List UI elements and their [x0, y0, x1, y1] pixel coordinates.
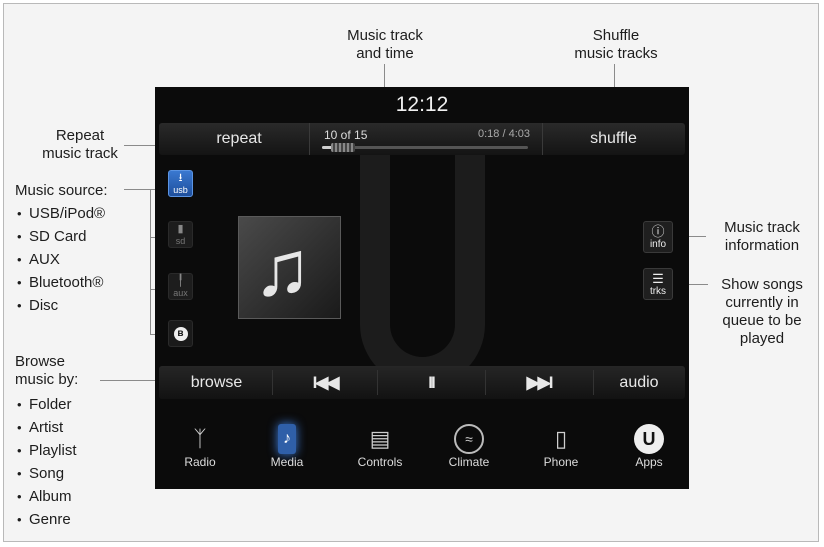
callout-line: music track [42, 145, 118, 162]
callout-line: played [739, 330, 785, 347]
source-sd-button[interactable]: ▮ sd [168, 221, 193, 248]
dock-apps[interactable]: U Apps [619, 415, 679, 469]
callout-title: Music source: [15, 182, 108, 199]
trks-button[interactable]: ☰ trks [643, 268, 673, 300]
info-label: info [649, 239, 667, 250]
callout-repeat: Repeat music track [20, 127, 140, 163]
info-icon: ⓘ [651, 224, 665, 239]
source-usb-button[interactable]: ⭳ usb [168, 170, 193, 197]
dock-media[interactable]: ♪ Media [257, 415, 317, 469]
phone-icon: ▯ [554, 426, 568, 451]
clock: 12:12 [395, 93, 449, 116]
source-aux-button[interactable]: ╿ aux [168, 273, 193, 300]
callout-info: Music track information [706, 219, 818, 255]
trks-label: trks [649, 286, 667, 297]
track-info: 10 of 15 0:18 / 4:03 [309, 123, 543, 155]
callout-line: Browse [15, 353, 66, 370]
callout-list-item: Bluetooth® [15, 271, 155, 294]
source-label: usb [173, 185, 188, 195]
divider [593, 370, 594, 395]
callout-list-item: USB/iPod® [15, 202, 155, 225]
callout-line: Show songs [721, 276, 803, 293]
dock-climate[interactable]: ≈ Climate [439, 415, 499, 469]
source-bluetooth-button[interactable]: ʙ [168, 320, 193, 347]
shuffle-button[interactable]: shuffle [551, 123, 676, 155]
apps-icon: U [633, 423, 665, 455]
repeat-button[interactable]: repeat [179, 123, 299, 155]
callout-line: Music track [347, 27, 423, 44]
pause-button[interactable]: II [381, 366, 481, 399]
background-logo [360, 137, 485, 387]
callout-list-item: Genre [15, 508, 135, 531]
previous-track-button[interactable]: I◀◀ [277, 366, 373, 399]
callout-list-item: SD Card [15, 225, 155, 248]
callout-line: currently in [725, 294, 799, 311]
callout-music-source: Music source: USB/iPod® SD Card AUX Blue… [15, 182, 155, 317]
dock-label: Climate [448, 455, 490, 469]
track-progress-bar[interactable] [322, 143, 528, 152]
callout-list-item: Album [15, 485, 135, 508]
divider [272, 370, 273, 395]
callout-list-item: Folder [15, 393, 135, 416]
browse-button[interactable]: browse [169, 366, 264, 399]
dock-phone[interactable]: ▯ Phone [531, 415, 591, 469]
album-art: ♫ [238, 216, 341, 319]
divider [485, 370, 486, 395]
source-label: sd [175, 236, 186, 246]
dock-label: Phone [543, 455, 579, 469]
top-bar: repeat 10 of 15 0:18 / 4:03 shuffle [159, 123, 685, 155]
info-button[interactable]: ⓘ info [643, 221, 673, 253]
divider [377, 370, 378, 395]
infotainment-screen: 12:12 repeat 10 of 15 0:18 / 4:03 shuffl… [155, 87, 689, 489]
dock-label: Apps [635, 455, 663, 469]
callout-line: Music track [724, 219, 800, 236]
playback-controls: browse I◀◀ II ▶▶I audio [159, 366, 685, 399]
track-number: 10 of 15 [324, 128, 368, 142]
aux-icon: ╿ [177, 275, 184, 287]
next-track-button[interactable]: ▶▶I [489, 366, 589, 399]
controls-icon: ▤ [369, 426, 391, 451]
callout-list-item: AUX [15, 248, 155, 271]
callout-line: information [724, 237, 800, 254]
audio-button[interactable]: audio [597, 366, 681, 399]
callout-list-item: Disc [15, 294, 155, 317]
dock-radio[interactable]: ᛉ Radio [170, 415, 230, 469]
leader-bracket [150, 189, 151, 335]
app-dock: ᛉ Radio ♪ Media ▤ Controls ≈ Climate ▯ P… [155, 415, 689, 489]
callout-music-track-time: Music track and time [320, 27, 450, 63]
callout-line: queue to be [722, 312, 802, 329]
callout-line: Repeat [55, 127, 105, 144]
callout-line: music tracks [574, 45, 658, 62]
radio-tower-icon: ᛉ [193, 426, 207, 451]
callout-list-item: Playlist [15, 439, 135, 462]
dock-label: Radio [184, 455, 216, 469]
media-icon: ♪ [271, 423, 303, 455]
music-note-icon: ♫ [253, 224, 312, 312]
dock-label: Controls [357, 455, 403, 469]
track-progress-knob[interactable] [331, 143, 356, 152]
callout-list-item: Song [15, 462, 135, 485]
callout-trks: Show songs currently in queue to be play… [708, 276, 816, 348]
dock-controls[interactable]: ▤ Controls [350, 415, 410, 469]
bluetooth-icon: ʙ [173, 327, 188, 341]
callout-line: Shuffle [592, 27, 640, 44]
usb-icon: ⭳ [178, 172, 183, 184]
callout-shuffle: Shuffle music tracks [556, 27, 676, 63]
source-label: aux [173, 288, 188, 298]
callout-list-item: Artist [15, 416, 135, 439]
sd-card-icon: ▮ [177, 223, 184, 235]
list-icon: ☰ [652, 271, 664, 286]
track-time: 0:18 / 4:03 [478, 128, 530, 140]
climate-icon: ≈ [453, 423, 485, 455]
dock-label: Media [270, 455, 304, 469]
callout-line: and time [356, 45, 414, 62]
